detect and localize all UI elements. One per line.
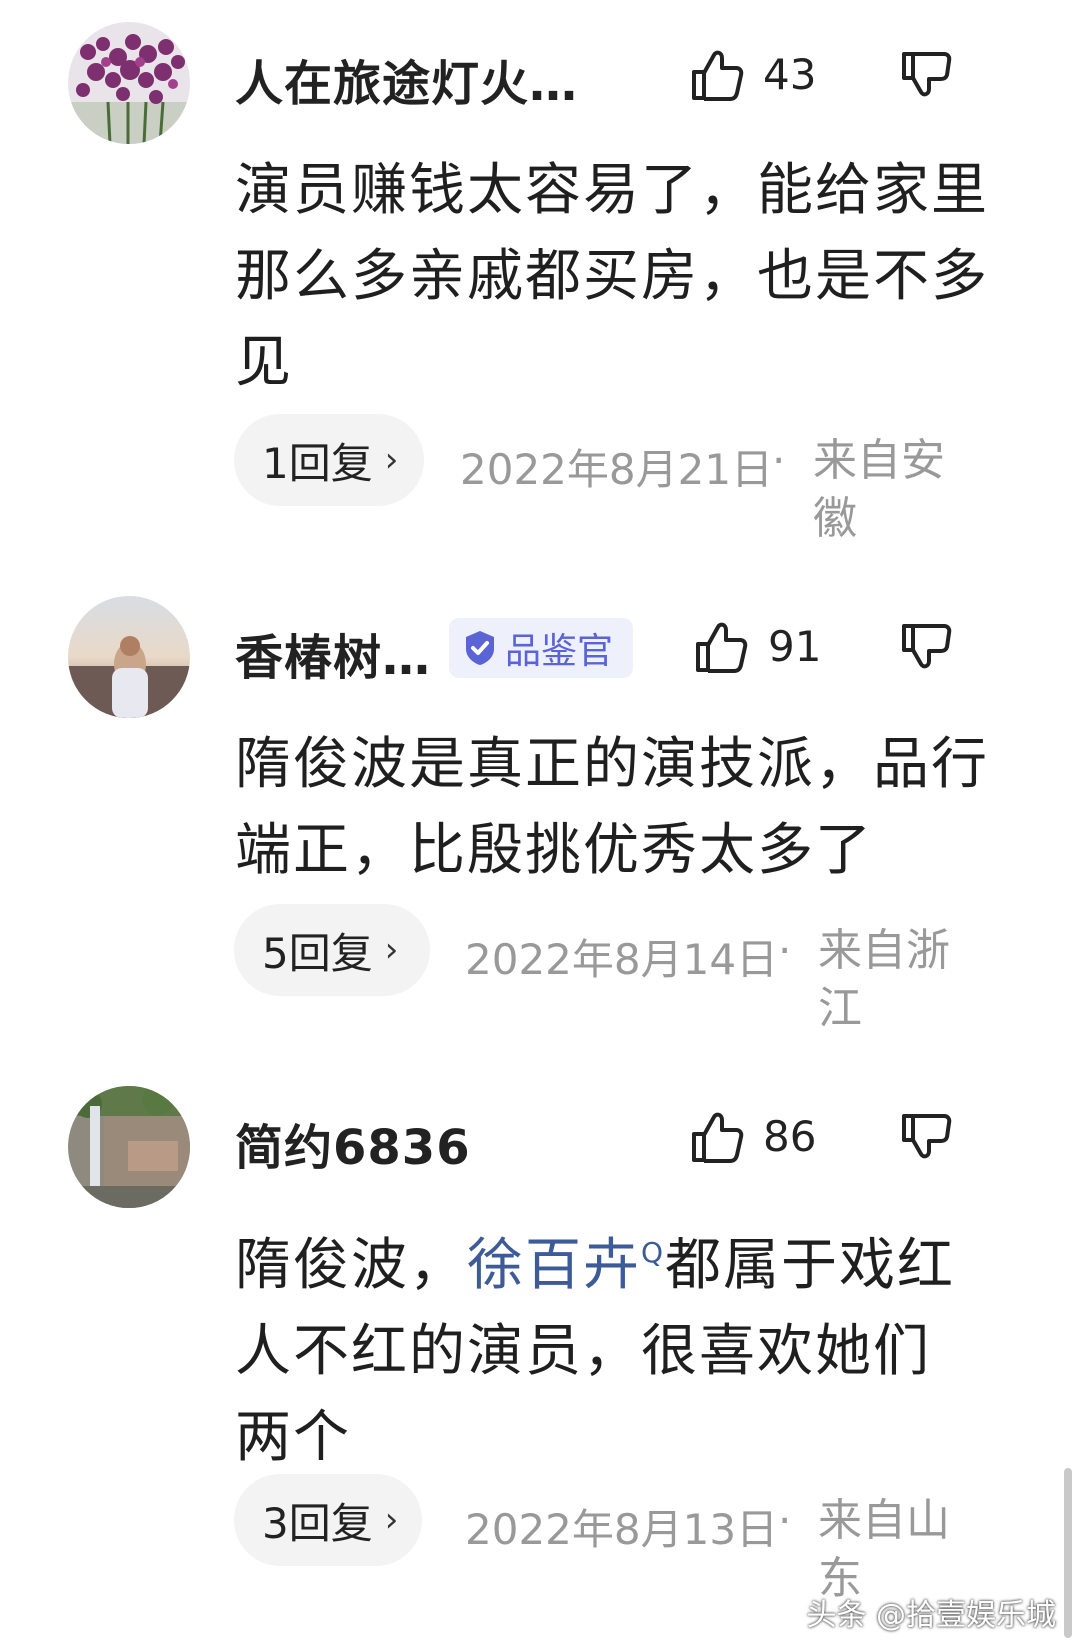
chevron-right-icon: ›: [384, 1500, 399, 1540]
verified-shield-icon: [466, 631, 494, 665]
comment-date: 2022年8月13日: [465, 1505, 779, 1554]
watermark: 头条 @拾壹娱乐城: [806, 1598, 1056, 1633]
search-link[interactable]: 徐百卉: [467, 1233, 641, 1298]
separator-dot: ·: [772, 436, 786, 485]
comment-location: 来自浙江: [818, 925, 950, 1034]
reply-button[interactable]: 5回复 ›: [234, 904, 430, 996]
comment-text: 隋俊波是真正的演技派，品行端正，比殷挑优秀太多了: [235, 732, 989, 883]
badge-label: 品鉴官: [505, 631, 614, 672]
scrollbar[interactable]: [1064, 1468, 1072, 1638]
official-badge: 品鉴官: [449, 618, 633, 678]
avatar[interactable]: [68, 22, 190, 144]
comment-date: 2022年8月14日: [465, 935, 779, 984]
thumbs-up-icon[interactable]: [690, 618, 750, 678]
search-link-icon[interactable]: Q: [641, 1236, 665, 1269]
like-count: 86: [763, 1112, 817, 1161]
comment-text: 隋俊波，徐百卉Q都属于戏红人不红的演员，很喜欢她们两个: [235, 1210, 975, 1481]
comment-text: 演员赚钱太容易了，能给家里那么多亲戚都买房，也是不多见: [235, 158, 989, 395]
comment-date: 2022年8月21日: [460, 445, 774, 494]
separator-dot: ·: [778, 1496, 792, 1545]
comment-location: 来自安徽: [813, 435, 945, 544]
reply-button[interactable]: 3回复 ›: [234, 1474, 422, 1566]
avatar-beach-image: [68, 596, 190, 718]
like-count: 43: [763, 50, 817, 99]
thumbs-down-icon[interactable]: [896, 46, 956, 106]
separator-dot: ·: [778, 926, 792, 975]
avatar-waterfall-image: [68, 1086, 190, 1208]
avatar[interactable]: [68, 596, 190, 718]
avatar[interactable]: [68, 1086, 190, 1208]
thumbs-up-icon[interactable]: [686, 46, 746, 106]
thumbs-up-icon[interactable]: [686, 1108, 746, 1168]
username[interactable]: 香椿树…: [235, 618, 431, 688]
username[interactable]: 人在旅途灯火…: [235, 44, 578, 114]
reply-button[interactable]: 1回复 ›: [234, 414, 424, 506]
reply-count: 3回复: [262, 1498, 373, 1548]
reply-count: 1回复: [262, 438, 373, 488]
avatar-flowers-image: [68, 22, 190, 144]
chevron-right-icon: ›: [384, 930, 399, 970]
comment-text-part: 隋俊波，: [235, 1233, 467, 1298]
like-count: 91: [768, 622, 822, 671]
thumbs-down-icon[interactable]: [896, 1108, 956, 1168]
chevron-right-icon: ›: [384, 440, 399, 480]
thumbs-down-icon[interactable]: [896, 618, 956, 678]
reply-count: 5回复: [262, 928, 373, 978]
username[interactable]: 简约6836: [235, 1108, 471, 1178]
